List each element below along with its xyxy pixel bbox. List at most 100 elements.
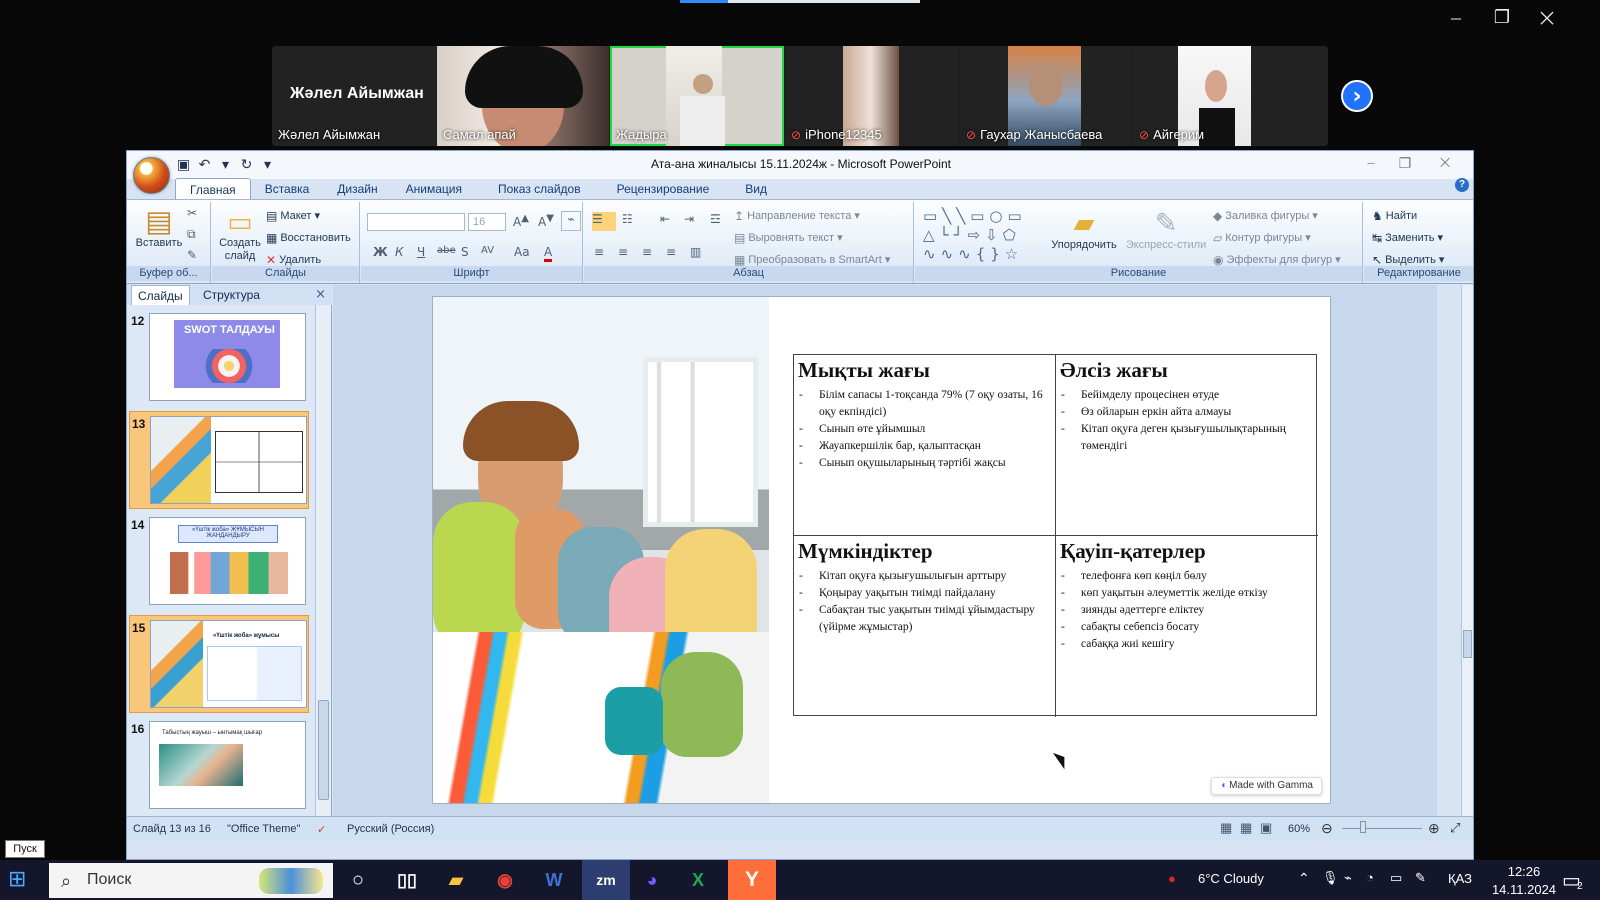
font-size-select[interactable]: 16: [468, 213, 506, 231]
clock-date[interactable]: 14.11.2024: [1487, 882, 1561, 897]
weather-label[interactable]: 6°C Cloudy: [1198, 871, 1264, 886]
zoom-slider-thumb[interactable]: [1360, 821, 1366, 833]
fit-window-icon[interactable]: ⤢: [1450, 820, 1460, 836]
spellcheck-icon[interactable]: ✓: [317, 823, 326, 836]
zoom-app-icon[interactable]: zm: [582, 860, 630, 900]
shape-effects-button[interactable]: ◉ Эффекты для фигур ▾: [1213, 253, 1341, 267]
excel-icon[interactable]: X: [680, 865, 716, 895]
slide-sorter-icon[interactable]: ▦: [1240, 820, 1252, 836]
select-button[interactable]: ↖ Выделить ▾: [1372, 253, 1444, 267]
microphone-icon[interactable]: 🎙: [1322, 870, 1339, 886]
clear-format-icon[interactable]: ⌁: [561, 211, 581, 231]
character-spacing-button[interactable]: AV: [481, 245, 494, 256]
participant-tile[interactable]: Самал апай: [437, 46, 609, 146]
format-painter-icon[interactable]: ✎: [187, 248, 197, 262]
participant-tile-active[interactable]: Жадыра: [610, 46, 784, 146]
strikethrough-button[interactable]: abe: [437, 245, 456, 256]
slide-thumbnail-12[interactable]: 12 SWOT ТАЛДАУЫ: [129, 309, 309, 407]
word-icon[interactable]: W: [536, 865, 572, 895]
volume-icon[interactable]: ◔: [1366, 870, 1374, 885]
columns-icon[interactable]: ▥: [690, 245, 701, 259]
weather-alert-icon[interactable]: ●: [1168, 871, 1176, 886]
slide-thumbnail-16[interactable]: 16 Табыстың жауыш – ынтымақ шығар: [129, 717, 309, 815]
convert-smartart-button[interactable]: ▦ Преобразовать в SmartArt ▾: [734, 253, 890, 267]
slide-13[interactable]: Мықты жағы Білім сапасы 1-тоқсанда 79% (…: [433, 297, 1330, 803]
slide-scroll-thumb[interactable]: [1463, 630, 1472, 658]
tab-animation[interactable]: Анимация: [392, 178, 476, 200]
grow-font-icon[interactable]: A▲: [513, 213, 529, 229]
language[interactable]: Русский (Россия): [347, 823, 434, 835]
help-icon[interactable]: ?: [1455, 178, 1469, 192]
line-spacing-icon[interactable]: ☲: [710, 212, 721, 226]
file-explorer-icon[interactable]: ▰: [438, 865, 474, 895]
slide-thumbnail-13[interactable]: 13: [129, 411, 309, 509]
tab-slides[interactable]: Слайды: [131, 285, 190, 305]
copy-icon[interactable]: ⧉: [187, 227, 196, 242]
slide-thumbnail-15[interactable]: 15 «Үштік жоба» жұмысы: [129, 615, 309, 713]
participant-tile[interactable]: ⊘ iPhone12345: [785, 46, 959, 146]
slide-scrollbar[interactable]: [1461, 285, 1473, 821]
italic-button[interactable]: К: [395, 245, 404, 259]
tab-view[interactable]: Вид: [723, 178, 781, 200]
next-participants-button[interactable]: ›: [1341, 80, 1373, 112]
slide-show-icon[interactable]: ▣: [1260, 820, 1272, 836]
task-view-icon[interactable]: ▯▯: [389, 865, 425, 895]
slide-thumbnail-14[interactable]: 14 «Үштік жоба» ЖҰМЫСЫН ЖАНДАНДЫРУ: [129, 513, 309, 611]
find-button[interactable]: ♞ Найти: [1372, 209, 1417, 223]
tab-home[interactable]: Главная: [175, 178, 251, 200]
tab-slide-show[interactable]: Показ слайдов: [476, 178, 595, 200]
clock-time[interactable]: 12:26: [1494, 864, 1554, 879]
close-panel-icon[interactable]: ×: [315, 287, 326, 302]
align-text-button[interactable]: ▤ Выровнять текст ▾: [734, 231, 843, 245]
minimize-icon[interactable]: –: [1355, 152, 1387, 173]
minimize-icon[interactable]: –: [1438, 5, 1474, 32]
font-name-select[interactable]: [367, 213, 465, 231]
participant-tile[interactable]: Жәлел Айымжан Жәлел Айымжан: [272, 46, 436, 146]
pen-icon[interactable]: ✎: [1415, 870, 1426, 886]
tab-review[interactable]: Рецензирование: [595, 178, 724, 200]
chrome-icon[interactable]: ◉: [487, 865, 523, 895]
gamma-badge[interactable]: ◖ Made with Gamma: [1211, 777, 1322, 795]
arrange-button[interactable]: ▰ Упорядочить: [1049, 207, 1119, 251]
numbering-icon[interactable]: ☷: [622, 212, 633, 226]
increase-indent-icon[interactable]: ⇥: [684, 212, 694, 226]
shadow-button[interactable]: S: [461, 245, 469, 259]
replace-button[interactable]: ↹ Заменить ▾: [1372, 231, 1443, 245]
colorful-app-icon[interactable]: ◕: [634, 865, 670, 895]
new-slide-button[interactable]: ▭ Создать слайд: [216, 207, 264, 263]
layout-button[interactable]: ▤ Макет ▾: [266, 209, 320, 223]
keyboard-language[interactable]: ҚАЗ: [1448, 871, 1472, 886]
delete-button[interactable]: ✕ Удалить: [266, 253, 321, 267]
align-right-icon[interactable]: ≡: [642, 245, 652, 259]
windows-start-icon[interactable]: ⊞: [8, 868, 32, 891]
underline-button[interactable]: Ч: [417, 245, 425, 259]
slides-scrollbar[interactable]: [315, 305, 331, 821]
font-color-icon[interactable]: A: [544, 245, 553, 262]
normal-view-icon[interactable]: ▦: [1220, 820, 1232, 836]
text-direction-button[interactable]: ↥ Направление текста ▾: [734, 209, 860, 223]
yandex-browser-icon[interactable]: Y: [728, 860, 776, 900]
restore-icon[interactable]: ❐: [1389, 156, 1421, 172]
bullets-icon[interactable]: ☰: [592, 212, 616, 231]
zoom-in-icon[interactable]: ⊕: [1428, 820, 1440, 837]
zoom-out-icon[interactable]: ⊖: [1321, 820, 1333, 837]
tab-design[interactable]: Дизайн: [323, 178, 391, 200]
cortana-icon[interactable]: ○: [340, 865, 376, 895]
bold-button[interactable]: Ж: [373, 245, 388, 259]
paste-button[interactable]: ▤ Вставить: [135, 207, 183, 249]
chevron-up-icon[interactable]: ⌃: [1298, 870, 1310, 887]
align-left-icon[interactable]: ≡: [594, 245, 604, 259]
tab-insert[interactable]: Вставка: [251, 178, 324, 200]
scroll-thumb[interactable]: [318, 700, 329, 800]
restore-button[interactable]: ▦ Восстановить: [266, 231, 351, 245]
cut-icon[interactable]: ✂: [187, 206, 197, 220]
tab-outline[interactable]: Структура: [203, 288, 260, 302]
participant-tile[interactable]: ⊘ Гаухар Жанысбаева: [960, 46, 1132, 146]
shape-gallery[interactable]: ▭╲╲▭○▭ △└┘⇨⇩⬠ ∿∿∿{}☆: [923, 207, 1045, 265]
zoom-slider[interactable]: [1342, 828, 1422, 829]
quick-styles-button[interactable]: ✎ Экспресс-стили: [1123, 207, 1209, 251]
close-icon[interactable]: ×: [1529, 5, 1565, 32]
display-icon[interactable]: ▭: [1390, 870, 1402, 886]
justify-icon[interactable]: ≡: [666, 245, 676, 259]
shape-fill-button[interactable]: ◆ Заливка фигуры ▾: [1213, 209, 1318, 223]
